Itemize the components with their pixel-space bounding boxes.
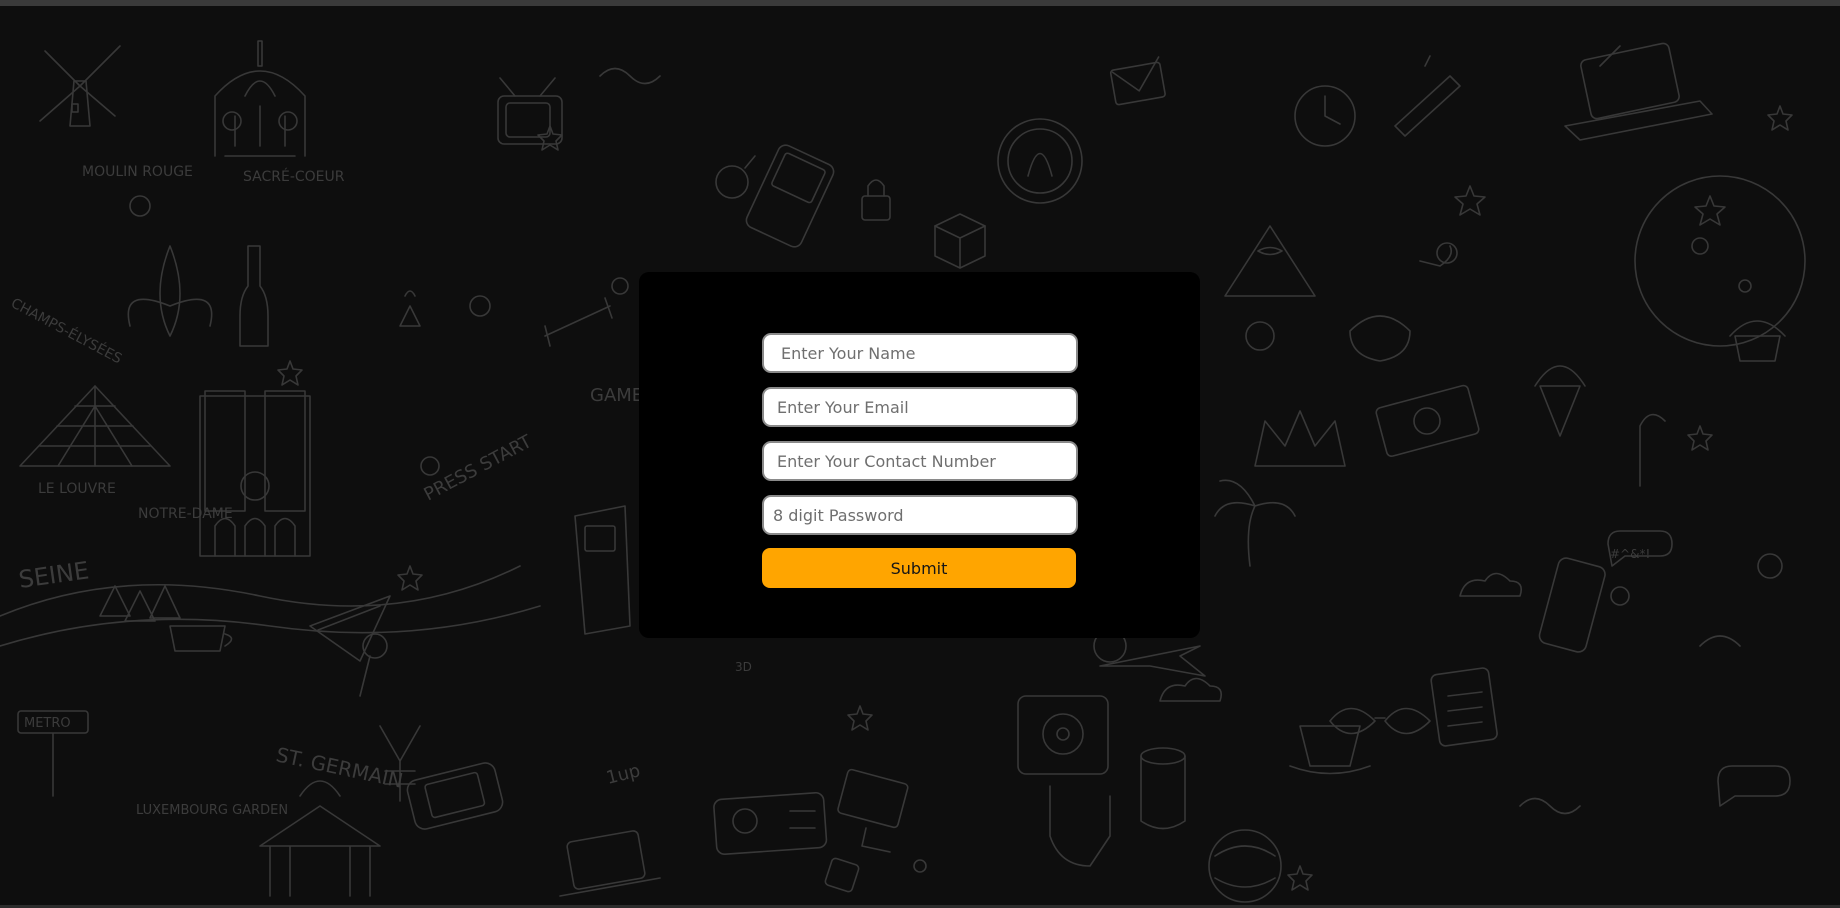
planet-icon — [1634, 175, 1806, 347]
cloud-icon — [1459, 572, 1523, 597]
dice-icon — [824, 857, 860, 893]
safe-icon — [1017, 695, 1109, 775]
windmill-icon — [39, 45, 121, 127]
laptop-icon — [1564, 42, 1713, 141]
clock-icon — [1294, 85, 1356, 147]
doodle-label: PRESS START — [420, 431, 536, 506]
cup-icon — [169, 625, 233, 652]
doodle-label: METRO — [24, 716, 71, 731]
notre-dame-icon — [199, 390, 311, 557]
star-icon — [1454, 185, 1486, 216]
cupcake-icon — [1729, 320, 1786, 362]
bottle-icon — [239, 245, 269, 347]
doodle-label: ST. GERMAIN — [274, 742, 405, 792]
switch-console-icon — [406, 762, 504, 830]
doodle-label: 1up — [604, 760, 642, 789]
laptop-icon-2 — [559, 830, 661, 897]
dumbbell-icon — [544, 297, 613, 347]
doodle-label: NOTRE-DAME — [138, 506, 233, 522]
ice-cream-icon — [1534, 365, 1586, 437]
handheld-console-icon — [745, 144, 835, 248]
coin-icon — [997, 118, 1083, 204]
cube-icon — [934, 213, 986, 269]
glasses-icon — [1329, 707, 1431, 735]
doodle-label: SACRÉ-COEUR — [243, 168, 345, 185]
app-window: MOULIN ROUGE SACRÉ-COEUR CHAMPS-ÉLYSÉES … — [0, 0, 1840, 908]
submit-button[interactable]: Submit — [762, 548, 1076, 588]
banknote-icon — [1375, 384, 1480, 457]
calculator-icon — [1430, 667, 1498, 747]
game-console-icon — [713, 791, 828, 856]
doodle-label: 3D — [735, 660, 752, 674]
chess-icon — [399, 290, 421, 327]
doodle-label: CHAMPS-ÉLYSÉES — [8, 295, 125, 368]
doodle-label: LE LOUVRE — [38, 481, 116, 497]
building-icon — [1394, 55, 1461, 137]
password-input[interactable] — [762, 495, 1078, 535]
hand-icon — [1049, 785, 1111, 867]
candy-cane-icon — [1639, 413, 1666, 487]
doodle-label: LUXEMBOURG GARDEN — [136, 803, 288, 818]
eye-pyramid-icon — [1224, 225, 1316, 297]
fleur-de-lis-icon — [127, 245, 213, 337]
envelope-icon — [1109, 56, 1166, 106]
doodle-label: #^&*! — [1610, 547, 1650, 561]
globe-icon — [1208, 829, 1282, 903]
phone-icon — [1538, 557, 1606, 653]
crown-icon — [1254, 410, 1346, 467]
pantheon-icon — [259, 780, 381, 897]
padlock-icon — [861, 179, 891, 221]
monitor-icon — [837, 768, 909, 853]
piggy-bank-icon — [1349, 315, 1411, 362]
barrel-icon — [1140, 747, 1186, 830]
cathedral-icon — [214, 40, 306, 157]
bomb-icon — [715, 165, 749, 199]
palm-tree-icon — [1214, 479, 1296, 567]
name-input[interactable] — [762, 333, 1078, 373]
doodle-label: MOULIN ROUGE — [82, 164, 193, 180]
email-input[interactable] — [762, 387, 1078, 427]
contact-number-input[interactable] — [762, 441, 1078, 481]
arcade-cabinet-icon — [574, 505, 631, 635]
lollipop-icon — [359, 655, 371, 697]
signup-form: Submit — [762, 333, 1078, 588]
pyramid-icon — [19, 385, 171, 467]
doodle-label: SEINE — [17, 556, 91, 594]
